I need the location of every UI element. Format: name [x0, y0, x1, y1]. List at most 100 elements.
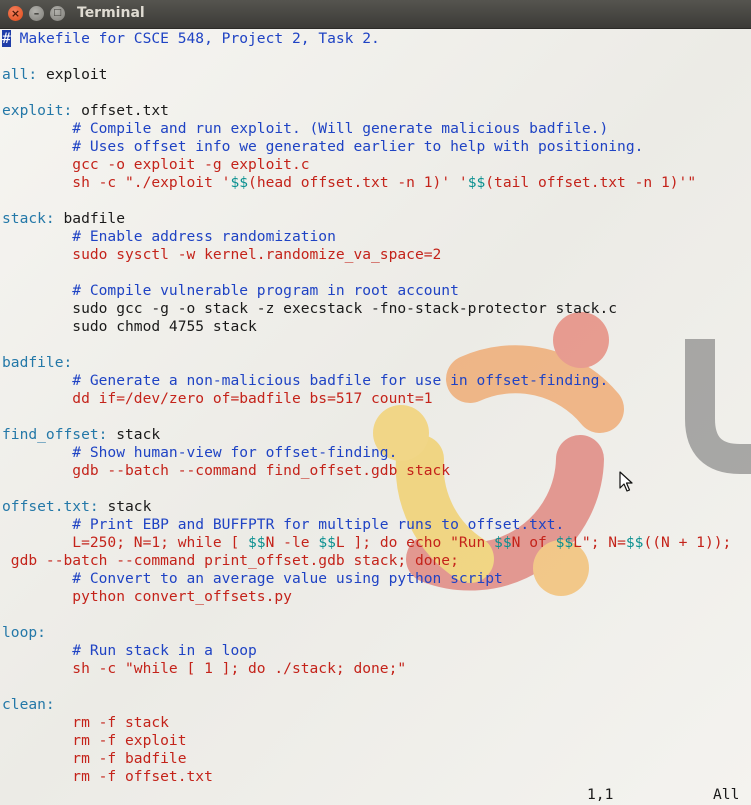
- code-token: clean:: [2, 696, 55, 713]
- code-line: # Show human-view for offset-finding.: [2, 444, 731, 462]
- code-token: ((N + 1));: [643, 534, 732, 551]
- code-line: # Print EBP and BUFFPTR for multiple run…: [2, 516, 731, 534]
- code-token: # Compile vulnerable program in root acc…: [2, 282, 459, 299]
- code-token: $$: [230, 174, 249, 191]
- code-token: offset.txt:: [2, 498, 99, 515]
- code-token: N of: [511, 534, 556, 551]
- code-token: offset.txt: [72, 102, 169, 119]
- code-token: $$: [467, 174, 486, 191]
- code-line: sudo gcc -g -o stack -z execstack -fno-s…: [2, 300, 731, 318]
- code-line: rm -f stack: [2, 714, 731, 732]
- code-token: $$: [494, 534, 512, 551]
- code-token: rm -f badfile: [2, 750, 187, 767]
- code-line: # Compile and run exploit. (Will generat…: [2, 120, 731, 138]
- code-line: loop:: [2, 624, 731, 642]
- code-token: # Generate a non-malicious badfile for u…: [2, 372, 609, 389]
- code-token: L"; N=: [573, 534, 626, 551]
- code-token: stack:: [2, 210, 55, 227]
- code-line: # Uses offset info we generated earlier …: [2, 138, 731, 156]
- code-token: # Run stack in a loop: [2, 642, 257, 659]
- code-token: # Print EBP and BUFFPTR for multiple run…: [2, 516, 565, 533]
- window-title: Terminal: [77, 5, 145, 21]
- code-token: sh -c "while [ 1 ]; do ./stack; done;": [2, 660, 407, 677]
- code-line: python convert_offsets.py: [2, 588, 731, 606]
- code-token: stack: [98, 498, 152, 515]
- code-token: # Show human-view for offset-finding.: [2, 444, 398, 461]
- code-line: gdb --batch --command print_offset.gdb s…: [2, 552, 731, 570]
- code-token: sudo chmod 4755 stack: [2, 318, 257, 335]
- maximize-button[interactable]: □: [50, 6, 65, 21]
- code-line: rm -f badfile: [2, 750, 731, 768]
- close-button[interactable]: ×: [8, 6, 23, 21]
- code-token: L ]; do echo "Run: [335, 534, 495, 551]
- code-token: sh -c "./exploit ': [2, 174, 231, 191]
- code-token: # Enable address randomization: [2, 228, 336, 245]
- code-token: L=250; N=1; while [: [2, 534, 249, 551]
- code-token: badfile: [54, 210, 126, 227]
- code-line: all: exploit: [2, 66, 731, 84]
- code-token: exploit:: [2, 102, 73, 119]
- code-line: sudo sysctl -w kernel.randomize_va_space…: [2, 246, 731, 264]
- code-line: # Run stack in a loop: [2, 642, 731, 660]
- code-token: rm -f stack: [2, 714, 169, 731]
- code-token: $$: [625, 534, 644, 551]
- code-token: (head offset.txt -n 1)' ': [248, 174, 468, 191]
- minimize-button[interactable]: –: [29, 6, 44, 21]
- mouse-pointer-icon: [619, 471, 633, 492]
- code-token: $$: [555, 534, 574, 551]
- code-line: rm -f exploit: [2, 732, 731, 750]
- code-token: (tail offset.txt -n 1)'": [485, 174, 697, 191]
- code-token: all:: [2, 66, 38, 83]
- code-line: find_offset: stack: [2, 426, 731, 444]
- code-token: exploit: [37, 66, 108, 83]
- code-line: badfile:: [2, 354, 731, 372]
- code-token: # Convert to an average value using pyth…: [2, 570, 503, 587]
- terminal-window: × – □ Terminal # Makefile for CSCE 548, …: [0, 0, 751, 805]
- cursor-position: 1,1: [587, 786, 614, 803]
- code-token: rm -f exploit: [2, 732, 187, 749]
- code-token: stack: [107, 426, 161, 443]
- code-line: # Generate a non-malicious badfile for u…: [2, 372, 731, 390]
- code-line: sudo chmod 4755 stack: [2, 318, 731, 336]
- code-token: rm -f offset.txt: [2, 768, 213, 785]
- code-token: badfile:: [2, 354, 73, 371]
- code-token: loop:: [2, 624, 46, 641]
- code-line: rm -f offset.txt: [2, 768, 731, 786]
- code-line: stack: badfile: [2, 210, 731, 228]
- code-listing[interactable]: # Makefile for CSCE 548, Project 2, Task…: [2, 30, 731, 786]
- code-line: offset.txt: stack: [2, 498, 731, 516]
- code-line: # Convert to an average value using pyth…: [2, 570, 731, 588]
- code-token: Makefile for CSCE 548, Project 2, Task 2…: [10, 30, 380, 47]
- code-line: sh -c "./exploit '$$(head offset.txt -n …: [2, 174, 731, 192]
- code-token: dd if=/dev/zero of=badfile bs=517 count=…: [2, 390, 433, 407]
- code-token: sudo gcc -g -o stack -z execstack -fno-s…: [2, 300, 618, 317]
- code-token: $$: [248, 534, 266, 551]
- title-bar[interactable]: × – □ Terminal: [0, 0, 751, 29]
- code-token: find_offset:: [2, 426, 108, 443]
- code-token: python convert_offsets.py: [2, 588, 292, 605]
- code-line: L=250; N=1; while [ $$N -le $$L ]; do ec…: [2, 534, 731, 552]
- code-token: sudo sysctl -w kernel.randomize_va_space…: [2, 246, 442, 263]
- code-line: exploit: offset.txt: [2, 102, 731, 120]
- terminal-area[interactable]: # Makefile for CSCE 548, Project 2, Task…: [0, 29, 751, 805]
- code-token: # Compile and run exploit. (Will generat…: [2, 120, 609, 137]
- code-line: # Compile vulnerable program in root acc…: [2, 282, 731, 300]
- code-token: gcc -o exploit -g exploit.c: [2, 156, 310, 173]
- code-line: clean:: [2, 696, 731, 714]
- text-cursor: #: [2, 30, 11, 47]
- code-token: # Uses offset info we generated earlier …: [2, 138, 644, 155]
- code-token: N -le: [265, 534, 319, 551]
- scroll-indicator: All: [713, 786, 740, 803]
- code-token: gdb --batch --command find_offset.gdb st…: [2, 462, 451, 479]
- code-line: sh -c "while [ 1 ]; do ./stack; done;": [2, 660, 731, 678]
- code-line: # Makefile for CSCE 548, Project 2, Task…: [2, 30, 731, 48]
- code-token: $$: [318, 534, 336, 551]
- code-token: gdb --batch --command print_offset.gdb s…: [2, 552, 459, 569]
